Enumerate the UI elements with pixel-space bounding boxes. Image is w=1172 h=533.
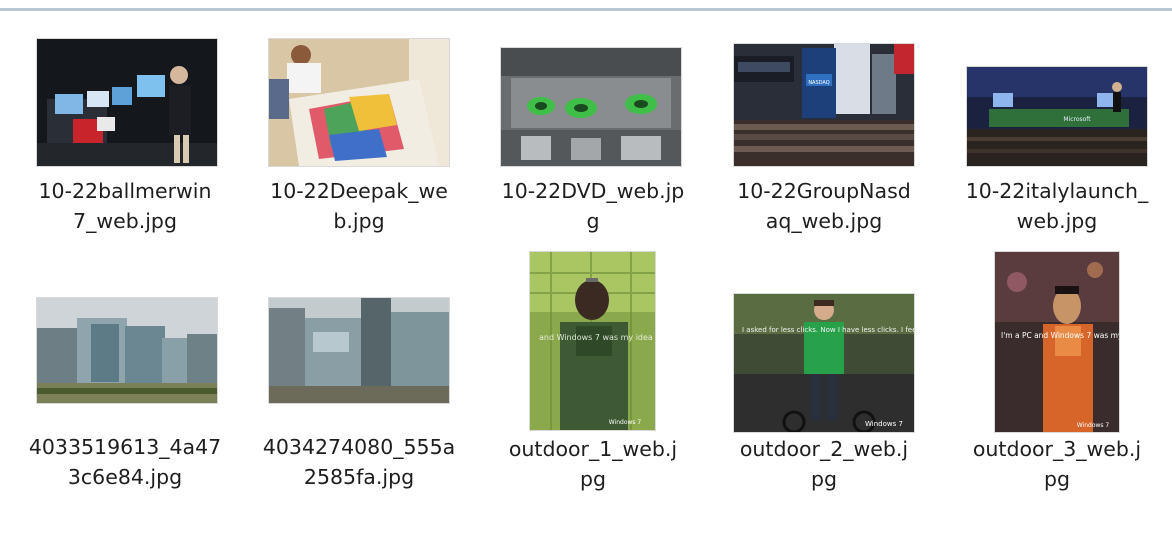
file-item[interactable]: I asked for less clicks. Now I have less… <box>711 290 937 530</box>
thumbnail-frame <box>12 34 238 174</box>
file-item[interactable]: 4034274080_555a 2585fa.jpg <box>246 290 472 530</box>
file-name-label: 10-22Deepak_we b.jpg <box>270 179 448 233</box>
file-name-label: 10-22ballmerwin 7_web.jpg <box>38 179 212 233</box>
file-item[interactable]: NASDAQ 10-22GroupNasd aq_web.jpg <box>711 34 937 274</box>
svg-text:and Windows 7 was my idea: and Windows 7 was my idea <box>539 333 653 342</box>
photo-thumbnail-icon <box>501 48 681 166</box>
ad-overlay-text: and Windows 7 was my idea <box>539 333 653 342</box>
stage-banner-text: Microsoft <box>1063 116 1091 123</box>
file-item[interactable]: 10-22DVD_web.jp g <box>480 34 706 274</box>
windows-logo-text: Windows 7 <box>609 419 642 426</box>
file-name-label: 10-22DVD_web.jp g <box>501 179 685 233</box>
thumbnail-frame: I'm a PC and Windows 7 was my idea Windo… <box>944 248 1170 432</box>
thumbnail-frame <box>480 34 706 174</box>
file-item[interactable]: 4033519613_4a47 3c6e84.jpg <box>12 290 238 530</box>
file-icon-grid: 10-22ballmerwin 7_web.jpg 10-22Deepak_we… <box>0 0 1172 533</box>
file-name-label: 4034274080_555a 2585fa.jpg <box>262 435 456 489</box>
photo-thumbnail-icon: Microsoft <box>967 67 1147 166</box>
photo-thumbnail-icon: and Windows 7 was my idea Windows 7 <box>530 252 655 430</box>
file-item[interactable]: Microsoft 10-22italylaunch_ web.jpg <box>944 34 1170 274</box>
file-name-label: outdoor_3_web.j pg <box>972 437 1142 491</box>
file-item[interactable]: and Windows 7 was my idea Windows 7 outd… <box>480 248 706 491</box>
photo-thumbnail-icon: NASDAQ <box>734 44 914 166</box>
thumbnail-frame <box>12 290 238 430</box>
thumbnail-frame: NASDAQ <box>711 34 937 174</box>
file-name-label: 10-22italylaunch_ web.jpg <box>965 179 1149 233</box>
thumbnail-frame <box>246 290 472 430</box>
thumbnail-frame: I asked for less clicks. Now I have less… <box>711 290 937 432</box>
ad-overlay-text: I asked for less clicks. Now I have less… <box>742 326 914 334</box>
thumbnail-frame <box>246 34 472 174</box>
file-item[interactable]: 10-22Deepak_we b.jpg <box>246 34 472 274</box>
nasdaq-sign-text: NASDAQ <box>808 80 829 86</box>
file-item[interactable]: I'm a PC and Windows 7 was my idea Windo… <box>944 248 1170 491</box>
photo-thumbnail-icon <box>269 298 449 403</box>
photo-thumbnail-icon <box>37 39 217 166</box>
photo-thumbnail-icon: I'm a PC and Windows 7 was my idea Windo… <box>995 252 1119 432</box>
windows-logo-text: Windows 7 <box>865 420 903 428</box>
svg-text:I'm a PC and Windows 7 was my: I'm a PC and Windows 7 was my idea <box>1001 331 1119 340</box>
photo-thumbnail-icon <box>37 298 217 403</box>
windows-logo-text: Windows 7 <box>1077 422 1110 429</box>
svg-text:I asked for less clicks. Now I: I asked for less clicks. Now I have less… <box>742 326 914 334</box>
file-name-label: 4033519613_4a47 3c6e84.jpg <box>28 435 222 489</box>
photo-thumbnail-icon <box>269 39 449 166</box>
file-name-label: outdoor_2_web.j pg <box>739 437 909 491</box>
thumbnail-frame: and Windows 7 was my idea Windows 7 <box>480 248 706 430</box>
file-name-label: outdoor_1_web.j pg <box>508 437 678 491</box>
file-item[interactable]: 10-22ballmerwin 7_web.jpg <box>12 34 238 274</box>
thumbnail-frame: Microsoft <box>944 34 1170 174</box>
ad-overlay-text: I'm a PC and Windows 7 was my idea <box>1001 331 1119 340</box>
photo-thumbnail-icon: I asked for less clicks. Now I have less… <box>734 294 914 432</box>
file-name-label: 10-22GroupNasd aq_web.jpg <box>737 179 911 233</box>
